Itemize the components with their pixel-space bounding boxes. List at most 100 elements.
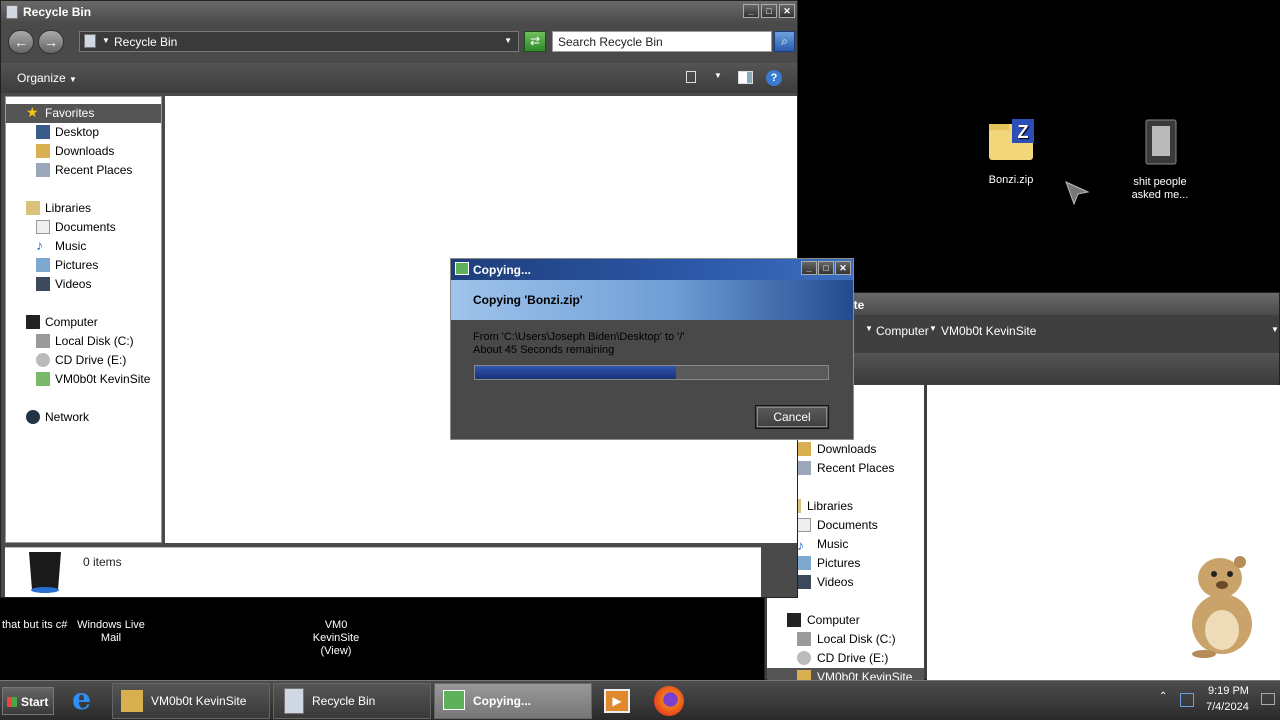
network-status-icon[interactable] <box>1180 693 1194 707</box>
nav-local-disk[interactable]: Local Disk (C:) <box>6 332 161 351</box>
documents-icon <box>797 518 811 532</box>
address-text: Recycle Bin <box>114 35 178 49</box>
nav-libraries[interactable]: Libraries <box>6 199 161 218</box>
copy-progress-dialog: Copying... _ □ ✕ Copying 'Bonzi.zip' Fro… <box>450 258 854 440</box>
system-tray: ⌃ 9:19 PM 7/4/2024 <box>1150 681 1280 720</box>
recycle-bin-titlebar[interactable]: Recycle Bin _ □ ✕ <box>1 1 797 23</box>
desktop-icon-label-csharp[interactable]: that but its c# <box>2 619 67 631</box>
network-share-icon <box>121 690 143 712</box>
firefox-icon[interactable] <box>654 686 684 716</box>
start-button[interactable]: Start <box>2 687 54 715</box>
nav-recent-places[interactable]: Recent Places <box>6 161 161 180</box>
network-icon <box>26 410 40 424</box>
show-hidden-icons-icon[interactable]: ⌃ <box>1159 691 1167 702</box>
recycle-bin-large-icon <box>29 552 61 593</box>
dialog-heading: Copying 'Bonzi.zip' <box>451 280 853 320</box>
navigation-pane: ★ Favorites Desktop Downloads Recent Plac… <box>5 96 162 543</box>
star-icon: ★ <box>26 104 39 120</box>
videos-icon <box>36 277 50 291</box>
breadcrumb-share[interactable]: VM0b0t KevinSite <box>941 324 1036 338</box>
desktop-icon-label: Bonzi.zip <box>988 174 1034 186</box>
desktop-icon-label-kevinsite-view[interactable]: VM0 KevinSite (View) <box>300 619 372 658</box>
cd-drive-icon <box>36 353 50 367</box>
mouse-cursor-icon <box>1065 181 1090 206</box>
maximize-button[interactable]: □ <box>761 4 777 18</box>
pictures-icon <box>797 556 811 570</box>
nav-network[interactable]: Network <box>6 408 161 427</box>
kevinsite-address-bar[interactable]: ▼ Computer ▼ VM0b0t KevinSite ▼ <box>855 322 1279 342</box>
nav-music[interactable]: ♪ Music <box>6 237 161 256</box>
desktop-icon <box>36 125 50 139</box>
time-remaining-text: About 45 Seconds remaining <box>473 344 615 356</box>
desktop: nSite ▼ Computer ▼ VM0b0t KevinSite ▼ Do… <box>0 0 1280 720</box>
nav-share[interactable]: VM0b0t KevinSite <box>6 370 161 389</box>
nav-favorites[interactable]: ★ Favorites <box>6 104 161 123</box>
search-input[interactable]: Search Recycle Bin <box>552 31 772 52</box>
hard-disk-icon <box>797 632 811 646</box>
address-dropdown-icon[interactable]: ▼ <box>504 36 512 45</box>
recent-places-icon <box>36 163 50 177</box>
refresh-button[interactable]: ⇄ <box>524 31 546 52</box>
chevron-down-icon: ▼ <box>102 36 110 45</box>
close-button[interactable]: ✕ <box>835 261 851 275</box>
maximize-button[interactable]: □ <box>818 261 834 275</box>
music-icon: ♪ <box>797 537 804 553</box>
nav-videos[interactable]: Videos <box>6 275 161 294</box>
recycle-bin-icon <box>284 688 304 714</box>
clock-date[interactable]: 7/4/2024 <box>1206 701 1249 713</box>
minimize-button[interactable]: _ <box>801 261 817 275</box>
hamster-image <box>1192 556 1252 658</box>
dialog-titlebar[interactable]: Copying... _ □ ✕ <box>451 259 853 280</box>
taskbar-button-kevinsite[interactable]: VM0b0t KevinSite <box>112 683 270 719</box>
cd-drive-icon <box>797 651 811 665</box>
search-icon[interactable]: ⌕ <box>774 31 795 52</box>
nav-computer[interactable]: Computer <box>767 611 924 630</box>
taskbar: Start e VM0b0t KevinSite Recycle Bin Cop… <box>0 680 1280 720</box>
hard-disk-icon <box>36 334 50 348</box>
nav-documents[interactable]: Documents <box>6 218 161 237</box>
taskbar-button-recycle-bin[interactable]: Recycle Bin <box>273 683 431 719</box>
recycle-bin-icon <box>6 5 18 19</box>
view-options-icon[interactable] <box>686 71 696 83</box>
downloads-icon <box>36 144 50 158</box>
nav-cd-drive[interactable]: CD Drive (E:) <box>6 351 161 370</box>
preview-pane-icon[interactable] <box>738 71 753 84</box>
forward-button[interactable]: → <box>38 30 64 54</box>
back-button[interactable]: ← <box>8 30 34 54</box>
recycle-bin-icon <box>84 34 96 48</box>
nav-downloads[interactable]: Downloads <box>6 142 161 161</box>
breadcrumb-computer[interactable]: Computer <box>876 324 929 338</box>
chevron-down-icon[interactable]: ▼ <box>1271 325 1279 334</box>
nav-computer[interactable]: Computer <box>6 313 161 332</box>
videos-icon <box>797 575 811 589</box>
chevron-right-icon: ▼ <box>929 324 937 333</box>
chevron-down-icon[interactable]: ▼ <box>714 71 722 80</box>
copy-icon <box>443 690 465 710</box>
minimize-button[interactable]: _ <box>743 4 759 18</box>
internet-explorer-icon[interactable]: e <box>72 685 102 715</box>
organize-button[interactable]: Organize ▼ <box>17 71 77 85</box>
clock-time[interactable]: 9:19 PM <box>1208 685 1249 697</box>
nav-pictures[interactable]: Pictures <box>6 256 161 275</box>
desktop-icon-label-live-mail[interactable]: Windows Live Mail <box>76 619 146 645</box>
window-title: Recycle Bin <box>23 5 92 19</box>
dialog-title: Copying... <box>473 263 531 277</box>
libraries-icon <box>26 201 40 215</box>
desktop-icon-bonzi-zip[interactable]: Z Bonzi.zip <box>971 118 1051 187</box>
music-icon: ♪ <box>36 237 43 253</box>
copy-progress-bar <box>474 365 829 380</box>
bonzi-hamster-character[interactable] <box>1178 552 1262 658</box>
folder-icon <box>1145 119 1177 165</box>
media-player-icon[interactable]: ▶ <box>604 689 630 713</box>
nav-desktop[interactable]: Desktop <box>6 123 161 142</box>
nav-local-disk[interactable]: Local Disk (C:) <box>767 630 924 649</box>
help-icon[interactable]: ? <box>766 70 782 86</box>
cancel-button[interactable]: Cancel <box>755 405 829 429</box>
taskbar-button-copying[interactable]: Copying... <box>434 683 592 719</box>
chevron-down-icon: ▼ <box>69 75 77 84</box>
show-desktop-icon[interactable] <box>1261 693 1275 705</box>
address-bar[interactable]: ▼ Recycle Bin ▼ <box>79 31 519 52</box>
nav-cd-drive[interactable]: CD Drive (E:) <box>767 649 924 668</box>
desktop-icon-folder[interactable]: shit people asked me... <box>1120 118 1200 202</box>
close-button[interactable]: ✕ <box>779 4 795 18</box>
